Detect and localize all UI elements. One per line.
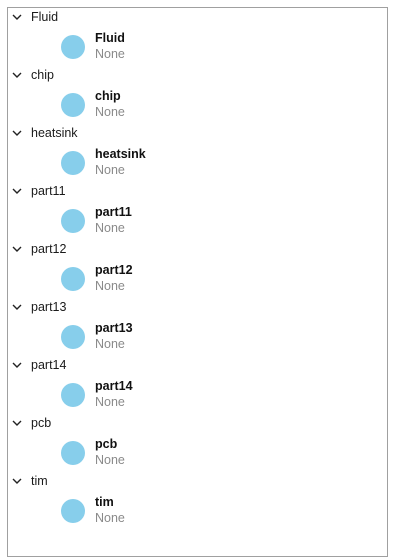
tree-group-part13: part13 part13 None <box>8 298 387 356</box>
status-dot-icon <box>61 325 85 349</box>
group-header-part11[interactable]: part11 <box>8 182 387 202</box>
tree-item-tim[interactable]: tim None <box>58 493 358 529</box>
tree-group-fluid: Fluid Fluid None <box>8 8 387 66</box>
group-label: pcb <box>31 416 52 430</box>
group-label: heatsink <box>31 126 78 140</box>
item-subtitle: None <box>95 279 125 293</box>
item-title: part12 <box>95 263 133 277</box>
item-subtitle: None <box>95 337 125 351</box>
item-subtitle: None <box>95 395 125 409</box>
tree-group-tim: tim tim None <box>8 472 387 530</box>
tree-item-part11[interactable]: part11 None <box>58 203 358 239</box>
item-title: chip <box>95 89 121 103</box>
tree-item-part14[interactable]: part14 None <box>58 377 358 413</box>
status-dot-icon <box>61 441 85 465</box>
group-label: tim <box>31 474 48 488</box>
status-dot-icon <box>61 35 85 59</box>
chevron-down-icon[interactable] <box>12 12 22 22</box>
tree-panel[interactable]: Fluid Fluid None chip chip None heatsink… <box>7 7 388 557</box>
status-dot-icon <box>61 499 85 523</box>
item-title: part11 <box>95 205 132 219</box>
group-header-part13[interactable]: part13 <box>8 298 387 318</box>
status-dot-icon <box>61 151 85 175</box>
tree-item-chip[interactable]: chip None <box>58 87 358 123</box>
item-title: tim <box>95 495 114 509</box>
chevron-down-icon[interactable] <box>12 70 22 80</box>
chevron-down-icon[interactable] <box>12 244 22 254</box>
tree-item-pcb[interactable]: pcb None <box>58 435 358 471</box>
item-title: Fluid <box>95 31 125 45</box>
chevron-down-icon[interactable] <box>12 476 22 486</box>
tree-item-heatsink[interactable]: heatsink None <box>58 145 358 181</box>
group-label: part13 <box>31 300 67 314</box>
status-dot-icon <box>61 209 85 233</box>
item-subtitle: None <box>95 511 125 525</box>
tree-group-part14: part14 part14 None <box>8 356 387 414</box>
status-dot-icon <box>61 383 85 407</box>
group-label: part12 <box>31 242 67 256</box>
group-header-pcb[interactable]: pcb <box>8 414 387 434</box>
tree-group-heatsink: heatsink heatsink None <box>8 124 387 182</box>
group-label: part11 <box>31 184 66 198</box>
item-title: heatsink <box>95 147 146 161</box>
chevron-down-icon[interactable] <box>12 128 22 138</box>
chevron-down-icon[interactable] <box>12 418 22 428</box>
tree-group-part12: part12 part12 None <box>8 240 387 298</box>
group-header-heatsink[interactable]: heatsink <box>8 124 387 144</box>
item-title: part14 <box>95 379 133 393</box>
group-header-part14[interactable]: part14 <box>8 356 387 376</box>
item-title: part13 <box>95 321 133 335</box>
item-subtitle: None <box>95 453 125 467</box>
tree-group-chip: chip chip None <box>8 66 387 124</box>
chevron-down-icon[interactable] <box>12 302 22 312</box>
status-dot-icon <box>61 267 85 291</box>
chevron-down-icon[interactable] <box>12 360 22 370</box>
group-header-fluid[interactable]: Fluid <box>8 8 387 28</box>
group-header-tim[interactable]: tim <box>8 472 387 492</box>
tree-group-pcb: pcb pcb None <box>8 414 387 472</box>
group-header-chip[interactable]: chip <box>8 66 387 86</box>
tree-group-part11: part11 part11 None <box>8 182 387 240</box>
group-label: chip <box>31 68 54 82</box>
item-subtitle: None <box>95 221 125 235</box>
status-dot-icon <box>61 93 85 117</box>
item-subtitle: None <box>95 105 125 119</box>
item-subtitle: None <box>95 47 125 61</box>
chevron-down-icon[interactable] <box>12 186 22 196</box>
tree-item-fluid[interactable]: Fluid None <box>58 29 358 65</box>
item-subtitle: None <box>95 163 125 177</box>
group-label: Fluid <box>31 10 59 24</box>
group-header-part12[interactable]: part12 <box>8 240 387 260</box>
tree-item-part13[interactable]: part13 None <box>58 319 358 355</box>
item-title: pcb <box>95 437 118 451</box>
group-label: part14 <box>31 358 67 372</box>
tree-item-part12[interactable]: part12 None <box>58 261 358 297</box>
